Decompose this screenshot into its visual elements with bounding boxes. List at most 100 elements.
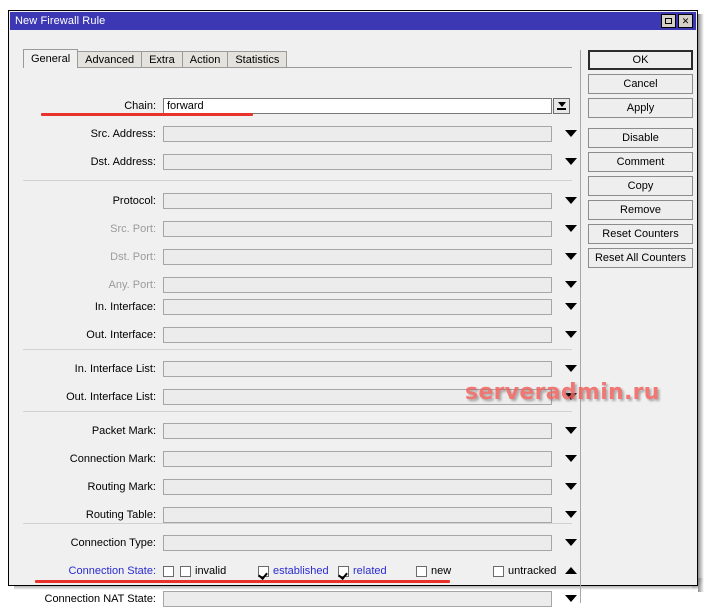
annotation-underline-connection-state bbox=[35, 580, 450, 583]
field-input[interactable] bbox=[163, 423, 552, 439]
field-row: Any. Port: bbox=[23, 275, 577, 295]
connection-state-option-related[interactable]: related bbox=[338, 561, 387, 581]
chevron-up-icon[interactable] bbox=[565, 567, 577, 574]
field-row: Connection Mark: bbox=[23, 449, 577, 469]
field-label: In. Interface: bbox=[94, 301, 156, 313]
chevron-down-icon[interactable] bbox=[565, 539, 577, 546]
field-input[interactable] bbox=[163, 507, 552, 523]
connection-state-option-untracked[interactable]: untracked bbox=[493, 561, 556, 581]
chevron-down-icon[interactable] bbox=[565, 253, 577, 260]
comment-button[interactable]: Comment bbox=[588, 152, 693, 172]
field-input[interactable] bbox=[163, 389, 552, 405]
tab-bar: General Advanced Extra Action Statistics bbox=[23, 49, 288, 68]
section-separator bbox=[23, 349, 572, 350]
section-separator bbox=[23, 411, 572, 412]
field-label: Protocol: bbox=[112, 195, 156, 207]
field-label: Any. Port: bbox=[108, 279, 156, 291]
field-label: Dst. Address: bbox=[90, 156, 156, 168]
tab-general[interactable]: General bbox=[23, 49, 79, 68]
action-button-panel: OK Cancel Apply Disable Comment Copy Remove Res… bbox=[588, 50, 693, 272]
window-shadow-right bbox=[698, 14, 704, 592]
tab-advanced[interactable]: Advanced bbox=[77, 51, 143, 68]
cancel-button[interactable]: Cancel bbox=[588, 74, 693, 94]
checkbox-label: new bbox=[431, 565, 452, 577]
reset-all-counters-button[interactable]: Reset All Counters bbox=[588, 248, 693, 268]
checkbox-established[interactable] bbox=[258, 565, 269, 577]
field-input[interactable] bbox=[163, 154, 552, 170]
chevron-down-icon[interactable] bbox=[565, 455, 577, 462]
checkbox-related[interactable] bbox=[338, 565, 349, 577]
field-row: Routing Mark: bbox=[23, 477, 577, 497]
field-row: Protocol: bbox=[23, 191, 577, 211]
chevron-down-icon[interactable] bbox=[565, 158, 577, 165]
field-label: In. Interface List: bbox=[74, 363, 156, 375]
field-input[interactable] bbox=[163, 361, 552, 377]
close-icon[interactable]: ✕ bbox=[678, 14, 693, 28]
field-row: Dst. Port: bbox=[23, 247, 577, 267]
chevron-down-icon[interactable] bbox=[565, 130, 577, 137]
tab-extra[interactable]: Extra bbox=[141, 51, 183, 68]
connection-nat-state-row: Connection NAT State: bbox=[23, 589, 577, 609]
field-value: forward bbox=[167, 100, 204, 112]
field-input[interactable] bbox=[163, 277, 552, 293]
field-input[interactable] bbox=[163, 221, 552, 237]
chevron-down-icon[interactable] bbox=[565, 365, 577, 372]
chevron-down-icon[interactable] bbox=[565, 511, 577, 518]
checkbox-label: invalid bbox=[195, 565, 227, 577]
checkbox-label: established bbox=[273, 565, 329, 577]
chevron-down-icon[interactable] bbox=[565, 281, 577, 288]
annotation-underline-chain bbox=[41, 113, 253, 116]
field-input[interactable] bbox=[163, 479, 552, 495]
general-form: Chain: forward Src. Address: Dst. Address: P… bbox=[23, 68, 577, 607]
field-label: Connection Mark: bbox=[69, 453, 156, 465]
chevron-down-icon[interactable] bbox=[565, 393, 577, 400]
field-input[interactable] bbox=[163, 126, 552, 142]
apply-button[interactable]: Apply bbox=[588, 98, 693, 118]
disable-button[interactable]: Disable bbox=[588, 128, 693, 148]
field-label: Packet Mark: bbox=[91, 425, 156, 437]
field-input[interactable] bbox=[163, 535, 552, 551]
connection-nat-state-input[interactable] bbox=[163, 591, 552, 607]
field-input[interactable] bbox=[163, 451, 552, 467]
connection-state-row: Connection State: invalid established relat… bbox=[23, 561, 577, 581]
reset-counters-button[interactable]: Reset Counters bbox=[588, 224, 693, 244]
connection-state-option-new[interactable]: new bbox=[416, 561, 451, 581]
field-row: Out. Interface List: bbox=[23, 387, 577, 407]
remove-button[interactable]: Remove bbox=[588, 200, 693, 220]
field-input[interactable] bbox=[163, 299, 552, 315]
ok-button[interactable]: OK bbox=[588, 50, 693, 70]
field-label: Src. Address: bbox=[90, 128, 156, 140]
chevron-down-icon[interactable] bbox=[565, 197, 577, 204]
dialog-body: General Advanced Extra Action Statistics Cha… bbox=[10, 30, 696, 607]
firewall-rule-dialog: New Firewall Rule ✕ General Advanced Extra… bbox=[8, 10, 698, 607]
field-input[interactable] bbox=[163, 193, 552, 209]
field-input[interactable] bbox=[163, 249, 552, 265]
checkbox-untracked[interactable] bbox=[493, 565, 504, 577]
section-separator bbox=[23, 180, 572, 181]
field-input[interactable]: forward bbox=[163, 98, 552, 114]
field-input[interactable] bbox=[163, 327, 552, 343]
panel-divider bbox=[580, 50, 581, 603]
field-label: Dst. Port: bbox=[110, 251, 156, 263]
maximize-icon[interactable] bbox=[661, 14, 676, 28]
connection-state-label: Connection State: bbox=[68, 565, 156, 577]
field-row: In. Interface List: bbox=[23, 359, 577, 379]
chevron-down-icon[interactable] bbox=[565, 303, 577, 310]
chevron-down-icon[interactable] bbox=[565, 331, 577, 338]
chain-dropdown-button[interactable] bbox=[553, 98, 570, 114]
tab-statistics[interactable]: Statistics bbox=[227, 51, 288, 68]
copy-button[interactable]: Copy bbox=[588, 176, 693, 196]
tab-action[interactable]: Action bbox=[181, 51, 229, 68]
chevron-down-icon[interactable] bbox=[565, 427, 577, 434]
chevron-down-icon[interactable] bbox=[565, 595, 577, 602]
connection-state-option-invalid[interactable]: invalid bbox=[180, 561, 226, 581]
field-row: Packet Mark: bbox=[23, 421, 577, 441]
checkbox-new[interactable] bbox=[416, 565, 427, 577]
connection-state-negate-toggle[interactable] bbox=[163, 561, 174, 581]
negate-checkbox[interactable] bbox=[163, 565, 174, 577]
checkbox-invalid[interactable] bbox=[180, 565, 191, 577]
chevron-down-icon[interactable] bbox=[565, 225, 577, 232]
connection-state-option-established[interactable]: established bbox=[258, 561, 329, 581]
field-row: In. Interface: bbox=[23, 297, 577, 317]
chevron-down-icon[interactable] bbox=[565, 483, 577, 490]
